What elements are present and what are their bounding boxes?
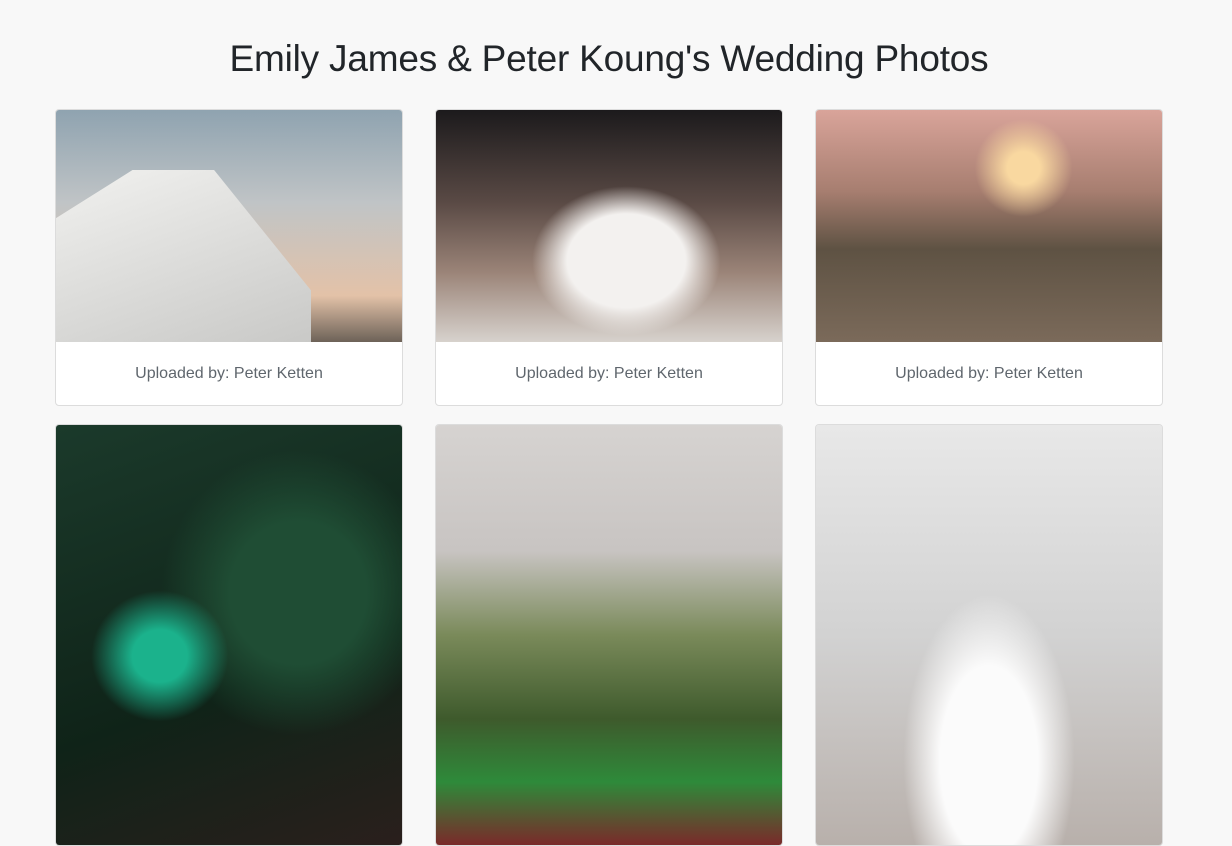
photo-card[interactable] [435, 424, 783, 846]
photo-card[interactable]: Uploaded by: Peter Ketten [55, 109, 403, 406]
photo-card[interactable]: Uploaded by: Peter Ketten [435, 109, 783, 406]
page-title: Emily James & Peter Koung's Wedding Phot… [229, 38, 989, 79]
photo-card[interactable] [815, 424, 1163, 846]
photo-image[interactable] [816, 110, 1162, 342]
photo-card[interactable] [55, 424, 403, 846]
uploader-text: Uploaded by: Peter Ketten [895, 364, 1083, 382]
uploader-text: Uploaded by: Peter Ketten [135, 364, 323, 382]
uploader-text: Uploaded by: Peter Ketten [515, 364, 703, 382]
photo-card[interactable]: Uploaded by: Peter Ketten [815, 109, 1163, 406]
photo-grid: Uploaded by: Peter Ketten Uploaded by: P… [55, 109, 1163, 846]
photo-image[interactable] [436, 110, 782, 342]
photo-image[interactable] [436, 425, 782, 845]
photo-image[interactable] [816, 425, 1162, 845]
photo-image[interactable] [56, 110, 402, 342]
photo-image[interactable] [56, 425, 402, 845]
